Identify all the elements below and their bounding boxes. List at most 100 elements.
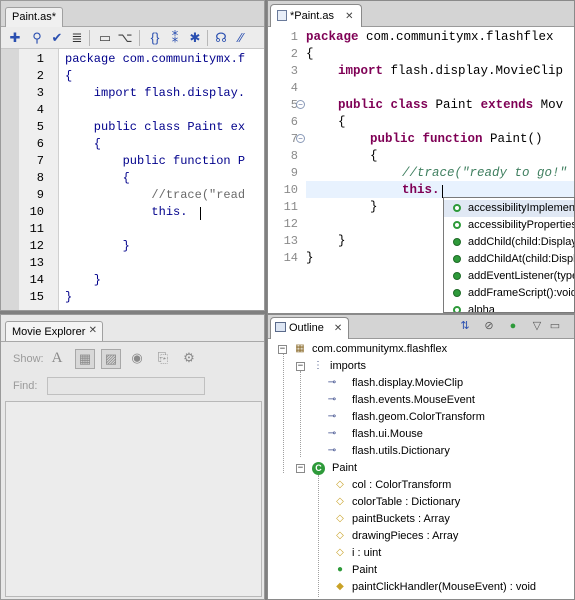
as-file-icon (277, 10, 287, 21)
flash-editor-line-numbers: 1 2 3 4 5 6 7 8 9 10 11 12 13 14 15 (19, 49, 59, 310)
current-line-highlight (306, 181, 574, 198)
collapse-toggle-icon[interactable]: − (296, 464, 305, 473)
method-icon (453, 238, 461, 246)
find-input[interactable] (47, 377, 205, 395)
collapse-toggle-icon[interactable]: − (296, 362, 305, 371)
imports-icon: ⋮ (313, 360, 323, 371)
line-number: 7 (36, 154, 44, 168)
movie-explorer-panel: Movie Explorer ✕ Show: A ▦ ▨ ◉ ⎘ ⚙ Find: (0, 314, 265, 600)
flash-editor-gutter (1, 49, 19, 310)
code-line: } (338, 234, 346, 248)
close-icon[interactable]: ✕ (89, 325, 97, 336)
close-icon[interactable]: ✕ (334, 323, 342, 334)
collapse-braces-icon[interactable]: {} (147, 30, 163, 46)
line-number: 3 (36, 86, 44, 100)
line-number: 11 (283, 200, 298, 214)
line-number: 11 (29, 222, 44, 236)
outline-panel: Outline ✕ ⇅ ⊘ ● ▽ ▭ − ▦ com.communitymx.… (267, 314, 575, 600)
check-syntax-icon[interactable]: ✔ (49, 30, 65, 46)
show-frames-icon[interactable]: ⎘ (153, 349, 173, 369)
hide-static-icon[interactable]: ⊘ (482, 319, 496, 333)
line-number: 1 (36, 52, 44, 66)
flash-editor-panel: Paint.as* ✚ ⚲ ✔ ≣ ▭ ⌥ {} ⁑ ✱ ☊ ⁄⁄ 1 2 3 … (0, 0, 265, 311)
find-icon[interactable]: ⚲ (29, 30, 45, 46)
property-icon (453, 306, 461, 312)
code-line: //trace("ready to go!" (402, 166, 568, 180)
line-number: 1 (290, 30, 298, 44)
private-field-icon: ◇ (336, 547, 344, 558)
show-actionscript-icon[interactable]: ▨ (101, 349, 121, 369)
code-line: package com.communitymx.f (65, 52, 246, 66)
method-icon (453, 272, 461, 280)
completion-item[interactable]: addChildAt(child:Displa (444, 251, 574, 268)
fold-toggle-icon[interactable]: − (296, 100, 305, 109)
completion-item[interactable]: accessibilityProperties (444, 217, 574, 234)
class-label: Paint (332, 462, 358, 474)
tab-movie-explorer[interactable]: Movie Explorer ✕ (5, 321, 103, 341)
minimize-icon[interactable]: ▭ (548, 319, 562, 333)
line-number: 5 (36, 120, 44, 134)
code-line: { (65, 69, 73, 83)
flash-code-area[interactable]: package com.communitymx.f { import flash… (59, 49, 264, 310)
outline-tabbar: Outline ✕ ⇅ ⊘ ● ▽ ▭ (268, 315, 574, 339)
code-hint-icon[interactable]: ▭ (97, 30, 113, 46)
property-icon (453, 204, 461, 212)
completion-item[interactable]: addEventListener(type (444, 268, 574, 285)
tab-paint-as[interactable]: *Paint.as ✕ (270, 4, 363, 27)
code-line: } (65, 273, 102, 287)
line-number: 12 (283, 217, 298, 231)
flash-editor-tabbar: Paint.as* (1, 1, 264, 27)
private-field-icon: ◇ (336, 530, 344, 541)
collapse-toggle-icon[interactable]: − (278, 345, 287, 354)
completion-item[interactable]: accessibilityImplementat (444, 200, 574, 217)
sort-icon[interactable]: ⇅ (458, 319, 472, 333)
code-line: } (306, 251, 314, 265)
line-number: 2 (36, 69, 44, 83)
private-field-icon: ◇ (336, 479, 344, 490)
code-completion-popup[interactable]: accessibilityImplementat accessibilityPr… (443, 197, 575, 313)
movie-explorer-tree[interactable] (5, 401, 262, 597)
debug-options-icon[interactable]: ⌥ (117, 30, 133, 46)
apply-comment-icon[interactable]: ☊ (213, 30, 229, 46)
import-icon: ⊸ (327, 394, 337, 405)
import-icon: ⊸ (327, 428, 337, 439)
line-number: 4 (290, 81, 298, 95)
show-text-icon[interactable]: A (47, 349, 67, 369)
flex-editor-line-numbers: 1 2 3 4 5 − 6 7 − 8 9 10 11 12 13 14 (268, 27, 306, 313)
show-buttons-icon[interactable]: ▦ (75, 349, 95, 369)
tab-outline[interactable]: Outline ✕ (270, 317, 350, 339)
fold-toggle-icon[interactable]: − (296, 134, 305, 143)
hide-nonpublic-icon[interactable]: ● (506, 319, 520, 333)
code-line: public class Paint extends Mov (338, 98, 564, 112)
tab-paint-as[interactable]: Paint.as* (5, 7, 64, 27)
collapse-selection-icon[interactable]: ⁑ (167, 30, 183, 46)
view-menu-icon[interactable]: ▽ (530, 319, 544, 333)
public-method-icon: ● (336, 564, 344, 575)
close-icon[interactable]: ✕ (345, 11, 353, 22)
code-line: //trace("read (65, 188, 246, 202)
show-video-icon[interactable]: ◉ (127, 349, 147, 369)
auto-format-icon[interactable]: ≣ (69, 30, 85, 46)
code-line: { (338, 115, 346, 129)
code-line: public function Paint() (370, 132, 543, 146)
customize-icon[interactable]: ⚙ (179, 349, 199, 369)
code-line: public class Paint ex (65, 120, 246, 134)
completion-item[interactable]: addChild(child:DisplayO (444, 234, 574, 251)
add-statement-icon[interactable]: ✚ (7, 30, 23, 46)
outline-icon (275, 322, 286, 332)
code-line: this. (65, 205, 188, 219)
line-number: 9 (290, 166, 298, 180)
line-number: 14 (283, 251, 298, 265)
line-number: 14 (29, 273, 44, 287)
code-line: } (370, 200, 378, 214)
completion-item[interactable]: alpha (444, 302, 574, 312)
private-field-icon: ◇ (336, 513, 344, 524)
line-number: 8 (290, 149, 298, 163)
code-line: import flash.display. (65, 86, 246, 100)
private-method-icon: ◆ (336, 581, 344, 592)
line-comment-icon[interactable]: ⁄⁄ (233, 30, 249, 46)
package-label: com.communitymx.flashflex (312, 343, 448, 355)
completion-item[interactable]: addFrameScript():void (444, 285, 574, 302)
expand-all-icon[interactable]: ✱ (187, 30, 203, 46)
code-line: { (65, 171, 130, 185)
